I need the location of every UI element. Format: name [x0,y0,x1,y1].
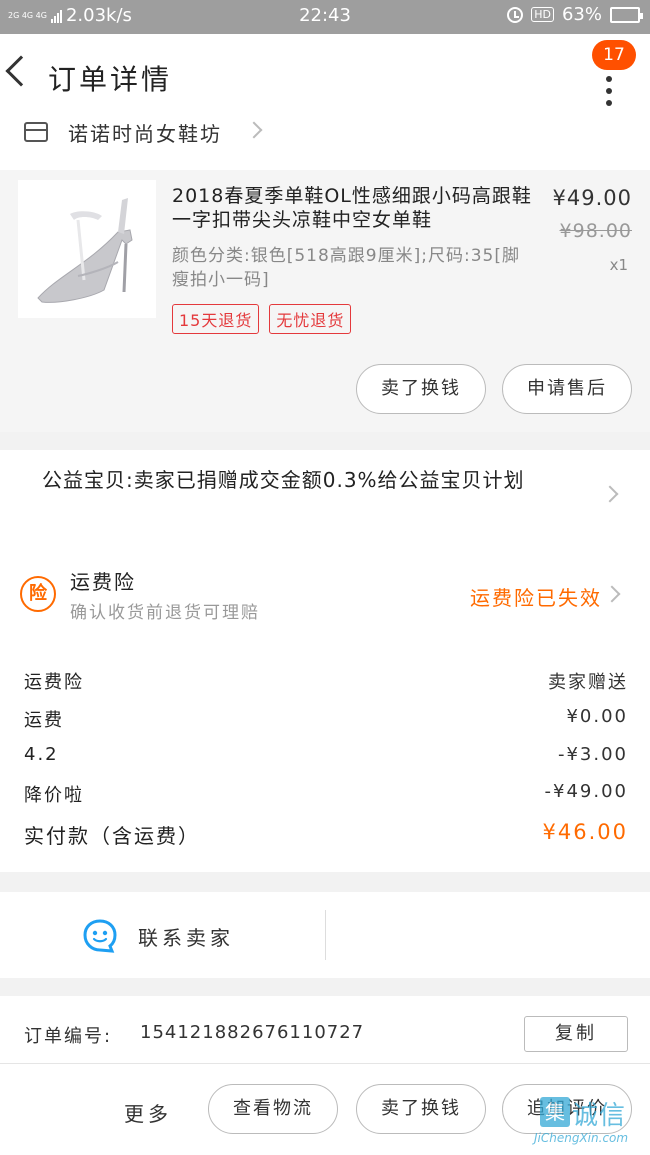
product-title[interactable]: 2018春夏季单鞋OL性感细跟小码高跟鞋一字扣带尖头凉鞋中空女单鞋 [172,184,532,232]
hd-icon: HD [531,7,554,22]
fee-row: 4.2 -¥3.00 [0,744,650,778]
fee-row: 运费 ¥0.00 [0,706,650,740]
copy-order-button[interactable]: 复制 [524,1016,628,1052]
product-price: ¥49.00 [552,186,632,210]
status-right: HD 63% [507,4,643,25]
insurance-title: 运费险 [70,570,136,594]
page-title: 订单详情 [48,63,173,96]
watermark-url: JiChengXin.com [534,1131,629,1145]
sell-for-cash-button[interactable]: 卖了换钱 [356,1084,486,1134]
insurance-status[interactable]: 运费险已失效 [470,582,602,611]
contact-seller-bar: 联系卖家 [0,892,650,978]
battery-icon [610,6,643,23]
insurance-icon: 险 [20,576,56,612]
sell-for-cash-button[interactable]: 卖了换钱 [356,364,486,414]
watermark-text: 诚信 [572,1101,627,1131]
view-logistics-button[interactable]: 查看物流 [208,1084,338,1134]
product-spec: 颜色分类:银色[518高跟9厘米];尺码:35[脚瘦拍小一码] [172,246,520,290]
chevron-right-icon [601,485,619,503]
shop-row[interactable]: 诺诺时尚女鞋坊 [0,118,650,170]
alarm-icon [507,6,524,23]
fee-row: 降价啦 -¥49.00 [0,781,650,815]
fee-label: 运费险 [24,672,84,693]
order-info-row: 订单编号: 154121882676110727 复制 [0,996,650,1064]
status-bar: 2G 4G 4G 2.03k/s 22:43 HD 63% [0,0,650,34]
insurance-subtitle: 确认收货前退货可理赔 [70,603,260,623]
contact-seller-button[interactable]: 联系卖家 [138,922,234,951]
fee-value: 卖家赠送 [548,672,628,693]
chevron-right-icon [603,585,621,603]
fee-breakdown: 运费险 卖家赠送 运费 ¥0.00 4.2 -¥3.00 降价啦 -¥49.00… [0,640,650,872]
shop-name[interactable]: 诺诺时尚女鞋坊 [68,118,222,147]
tag-15-day-return: 15天退货 [172,304,260,334]
fee-label: 降价啦 [24,785,84,806]
more-actions-button[interactable]: 更多 [124,1098,172,1127]
total-label: 实付款（含运费） [24,824,200,848]
total-value: ¥46.00 [542,820,628,844]
chevron-right-icon [245,121,263,139]
charity-text: 公益宝贝:卖家已捐赠成交金额0.3%给公益宝贝计划 [42,468,525,492]
order-number: 154121882676110727 [140,1022,365,1043]
message-count-badge[interactable]: 17 [592,40,636,70]
product-quantity: x1 [609,256,628,274]
fee-value: -¥3.00 [557,744,628,765]
fee-label: 运费 [24,710,64,731]
product-original-price: ¥98.00 [559,220,632,242]
app-header: 订单详情 17 [0,34,650,118]
service-tags: 15天退货 无忧退货 [172,304,352,334]
chat-bubble-icon[interactable] [82,918,118,954]
tag-worry-free-return: 无忧退货 [269,304,352,334]
back-arrow-icon[interactable] [5,55,37,87]
shop-icon [24,122,48,142]
fee-label: 4.2 [24,744,59,765]
fee-row: 运费险 卖家赠送 [0,668,650,702]
fee-value: ¥0.00 [566,706,628,727]
product-thumbnail[interactable] [18,180,156,318]
fee-value: -¥49.00 [544,781,628,802]
watermark-box: 集 [540,1097,570,1127]
divider [325,910,326,960]
total-row: 实付款（含运费） ¥46.00 [0,820,650,854]
battery-percent: 63% [561,4,602,25]
more-menu-icon[interactable] [606,76,612,106]
shipping-insurance-row[interactable]: 险 运费险 确认收货前退货可理赔 运费险已失效 [0,540,650,640]
product-card[interactable]: 2018春夏季单鞋OL性感细跟小码高跟鞋一字扣带尖头凉鞋中空女单鞋 颜色分类:银… [0,170,650,432]
high-heel-shoe-icon [18,180,156,318]
order-number-label: 订单编号: [24,1026,113,1047]
after-sale-button[interactable]: 申请售后 [502,364,632,414]
watermark-logo: 集 诚信 JiChengXin.com [532,1093,642,1151]
charity-row[interactable]: 公益宝贝:卖家已捐赠成交金额0.3%给公益宝贝计划 [0,450,650,540]
